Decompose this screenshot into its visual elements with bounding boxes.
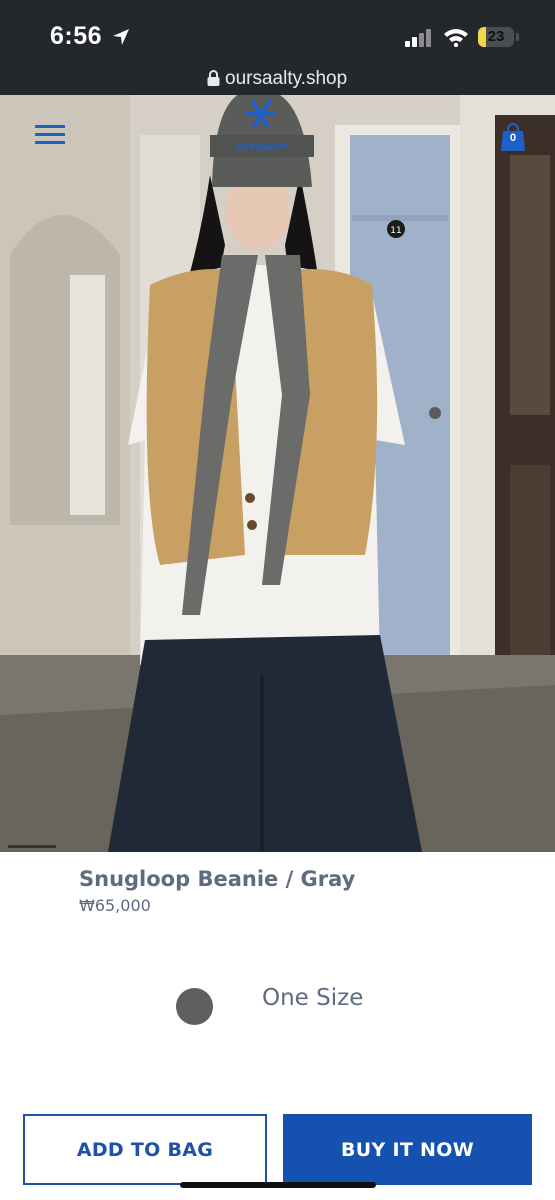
address-bar-url[interactable]: oursaalty.shop xyxy=(225,68,347,90)
cart-button[interactable]: 0 xyxy=(500,122,526,152)
product-title: Snugloop Beanie / Gray xyxy=(79,867,356,891)
buy-it-now-button[interactable]: BUY IT NOW xyxy=(283,1114,532,1185)
battery-percent: 23 xyxy=(487,28,505,45)
hamburger-menu-icon[interactable] xyxy=(35,124,65,146)
battery-indicator: 23 xyxy=(478,27,514,47)
color-swatch-gray[interactable] xyxy=(176,988,213,1025)
add-to-bag-button[interactable]: ADD TO BAG xyxy=(23,1114,267,1185)
size-option[interactable]: One Size xyxy=(262,985,363,1011)
product-photo[interactable]: 11 OURSAALTY xyxy=(0,95,555,852)
cellular-signal-icon xyxy=(405,29,431,47)
product-price: ₩65,000 xyxy=(79,896,151,915)
cart-count-badge: 0 xyxy=(509,132,517,144)
clock: 6:56 xyxy=(50,22,103,50)
door-number: 11 xyxy=(390,226,401,236)
product-photo-illustration: 11 OURSAALTY xyxy=(0,95,555,852)
status-bar: 6:56 23 oursaalty.shop xyxy=(0,0,555,95)
carousel-indicator xyxy=(8,845,56,848)
battery-cap xyxy=(516,33,519,41)
home-indicator xyxy=(180,1182,376,1188)
lock-icon xyxy=(207,70,220,86)
beanie-logo-text: OURSAALTY xyxy=(236,143,289,152)
wifi-icon xyxy=(444,29,468,47)
location-arrow-icon xyxy=(113,29,129,45)
